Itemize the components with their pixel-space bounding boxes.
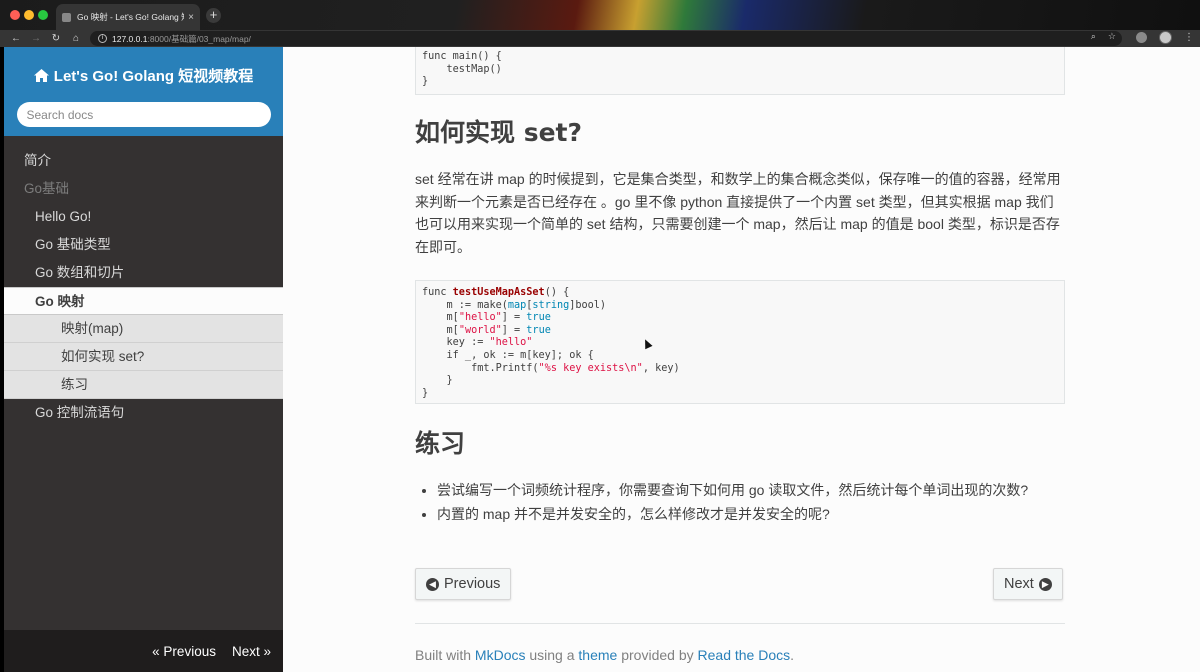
list-item: 尝试编写一个词频统计程序，你需要查询下如何用 go 读取文件，然后统计每个单词出… — [437, 479, 1063, 502]
browser-menu-icon[interactable]: ⋮ — [1184, 32, 1194, 43]
theme-link[interactable]: theme — [578, 647, 617, 663]
code-text: () { — [544, 287, 570, 298]
url-host: 127.0.0.1 — [112, 33, 148, 44]
browser-tab[interactable]: Go 映射 - Let's Go! Golang 短视频教程 × — [56, 4, 200, 30]
mkdocs-link[interactable]: MkDocs — [475, 647, 526, 663]
bookmark-star-icon[interactable]: ☆ — [1108, 31, 1116, 42]
reload-icon[interactable]: ↻ — [46, 33, 66, 44]
heading-how-to-set: 如何实现 set? — [415, 118, 582, 147]
code-string: "world" — [458, 324, 502, 336]
page-footer: Built with MkDocs using a theme provided… — [415, 647, 794, 663]
sidebar-previous-link[interactable]: « Previous — [152, 644, 216, 659]
footer-text: provided by — [617, 647, 698, 663]
back-arrow-icon[interactable]: ← — [6, 33, 26, 44]
main-content: func main() { testMap() } 如何实现 set? set … — [283, 47, 1200, 672]
toc-item-exercises[interactable]: 练习 — [4, 371, 283, 399]
list-item: 内置的 map 并不是并发安全的，怎么样修改才是并发安全的呢? — [437, 503, 1063, 526]
code-block-set: func testUseMapAsSet() { m := make(map[s… — [415, 280, 1065, 404]
read-the-docs-link[interactable]: Read the Docs — [698, 647, 791, 663]
zoom-magnifier-icon[interactable]: ⌕ — [1091, 31, 1096, 42]
zoom-window-button[interactable] — [38, 10, 48, 20]
new-tab-button[interactable]: + — [206, 8, 221, 23]
code-text: m[ — [422, 312, 459, 324]
code-text: ] = — [501, 324, 527, 336]
code-line: func main() { — [422, 51, 502, 62]
profile-avatar[interactable] — [1159, 31, 1172, 44]
search-docs-input[interactable] — [16, 102, 271, 127]
footer-divider — [415, 623, 1065, 624]
previous-label: Previous — [444, 576, 501, 592]
footer-text: using a — [525, 647, 579, 663]
sidebar-toc: 映射(map) 如何实现 set? 练习 — [4, 315, 283, 399]
code-text: , key) — [642, 362, 680, 374]
code-text: ] = — [501, 312, 527, 324]
next-button[interactable]: Next ▶ — [993, 568, 1063, 600]
code-keyword: func — [422, 287, 453, 298]
footer-text: . — [790, 647, 795, 663]
browser-tab-bar: Go 映射 - Let's Go! Golang 短视频教程 × + — [0, 0, 1200, 30]
code-builtin: true — [526, 312, 551, 324]
tab-close-icon[interactable]: × — [188, 12, 194, 23]
sidebar-item-intro[interactable]: 简介 — [4, 147, 283, 175]
toc-item-set[interactable]: 如何实现 set? — [4, 343, 283, 371]
code-builtin: map — [507, 299, 527, 311]
code-string: "%s key exists\n" — [538, 362, 643, 374]
arrow-circle-right-icon: ▶ — [1038, 577, 1052, 591]
code-func-name: testUseMapAsSet — [452, 287, 545, 298]
code-block-main: func main() { testMap() } — [415, 47, 1065, 95]
extension-icon[interactable] — [1136, 32, 1147, 43]
next-label: Next — [1004, 576, 1034, 592]
sidebar-item-control-flow[interactable]: Go 控制流语句 — [4, 399, 283, 427]
sidebar-footer: « Previous Next » — [4, 630, 283, 672]
url-path: :8000/基础篇/03_map/map/ — [147, 33, 251, 44]
code-string: "hello" — [489, 337, 533, 349]
code-line: } — [422, 76, 429, 88]
code-text: key := — [422, 337, 490, 349]
tab-title: Go 映射 - Let's Go! Golang 短视频教程 — [77, 12, 184, 22]
page-favicon-icon — [62, 12, 71, 22]
code-text: m[ — [422, 324, 459, 336]
code-line: testMap() — [422, 63, 502, 75]
code-text: m := make( — [422, 299, 508, 311]
address-bar[interactable]: i 127.0.0.1 :8000/基础篇/03_map/map/ ⌕ ☆ — [90, 31, 1122, 46]
code-builtin: string — [532, 299, 570, 311]
exercise-list: 尝试编写一个词频统计程序，你需要查询下如何用 go 读取文件，然后统计每个单词出… — [437, 479, 1063, 526]
site-title-link[interactable]: Let's Go! Golang 短视频教程 — [33, 65, 254, 86]
home-icon[interactable]: ⌂ — [66, 33, 86, 44]
arrow-circle-left-icon: ◀ — [426, 577, 439, 591]
sidebar-next-link[interactable]: Next » — [232, 644, 271, 659]
sidebar-caption-go-basics: Go基础 — [24, 181, 70, 196]
code-text: } — [422, 387, 429, 399]
sidebar-item-arrays-slices[interactable]: Go 数组和切片 — [4, 259, 283, 287]
code-text: } — [422, 375, 453, 387]
sidebar-item-hello-go[interactable]: Hello Go! — [4, 203, 283, 231]
browser-toolbar: ← → ↻ ⌂ i 127.0.0.1 :8000/基础篇/03_map/map… — [0, 30, 1200, 47]
code-builtin: true — [526, 324, 551, 336]
sidebar-item-basic-types[interactable]: Go 基础类型 — [4, 231, 283, 259]
site-info-icon[interactable]: i — [98, 34, 107, 43]
previous-button[interactable]: ◀ Previous — [415, 568, 512, 600]
sidebar-item-go-map[interactable]: Go 映射 — [4, 287, 283, 315]
heading-exercises: 练习 — [415, 429, 466, 458]
sidebar-menu: 简介 Go基础 Hello Go! Go 基础类型 Go 数组和切片 Go 映射… — [4, 136, 283, 427]
footer-text: Built with — [415, 647, 475, 663]
sidebar-header: Let's Go! Golang 短视频教程 — [4, 47, 283, 136]
home-icon — [33, 69, 49, 82]
site-title: Let's Go! Golang 短视频教程 — [53, 68, 254, 85]
paragraph-set: set 经常在讲 map 的时候提到，它是集合类型，和数学上的集合概念类似，保存… — [415, 171, 1061, 255]
code-text: fmt.Printf( — [422, 362, 539, 374]
code-text: if _, ok := m[key]; ok { — [422, 349, 594, 361]
close-window-button[interactable] — [10, 10, 20, 20]
minimize-window-button[interactable] — [24, 10, 34, 20]
docs-sidebar: Let's Go! Golang 短视频教程 简介 Go基础 Hello Go!… — [4, 47, 283, 672]
code-text: ]bool) — [569, 299, 607, 311]
toc-item-map[interactable]: 映射(map) — [4, 315, 283, 343]
code-string: "hello" — [458, 312, 502, 324]
forward-arrow-icon[interactable]: → — [26, 33, 46, 44]
